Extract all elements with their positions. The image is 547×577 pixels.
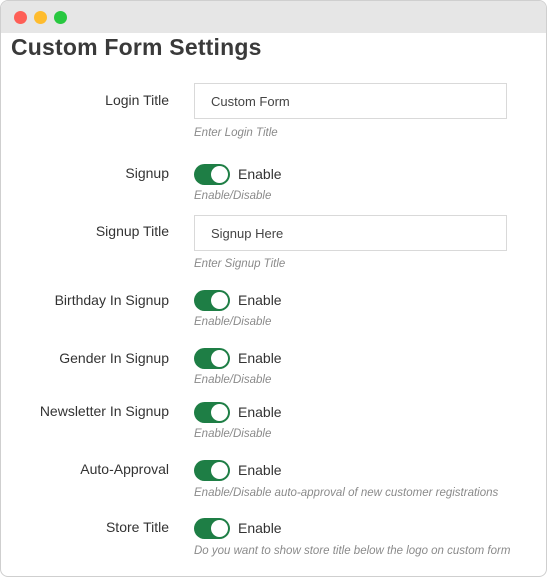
window-titlebar bbox=[1, 1, 546, 33]
gender-in-signup-label: Gender In Signup bbox=[59, 350, 169, 366]
birthday-in-signup-label: Birthday In Signup bbox=[54, 292, 169, 308]
toggle-knob bbox=[211, 349, 228, 367]
newsletter-in-signup-toggle[interactable] bbox=[194, 401, 230, 423]
login-title-input[interactable] bbox=[194, 83, 507, 119]
auto-approval-toggle-label: Enable bbox=[238, 462, 282, 478]
store-title-toggle[interactable] bbox=[194, 517, 230, 539]
maximize-window-button[interactable] bbox=[54, 11, 67, 24]
store-title-hint: Do you want to show store title below th… bbox=[194, 545, 511, 557]
page-title: Custom Form Settings bbox=[11, 34, 262, 60]
store-title-toggle-label: Enable bbox=[238, 520, 282, 536]
birthday-in-signup-toggle[interactable] bbox=[194, 289, 230, 311]
birthday-in-signup-hint: Enable/Disable bbox=[194, 316, 272, 328]
auto-approval-hint: Enable/Disable auto-approval of new cust… bbox=[194, 487, 499, 499]
auto-approval-label: Auto-Approval bbox=[80, 461, 169, 477]
toggle-knob bbox=[211, 403, 228, 421]
auto-approval-toggle-row: Enable bbox=[194, 459, 282, 481]
signup-title-label: Signup Title bbox=[95, 223, 169, 239]
toggle-knob bbox=[211, 291, 228, 309]
store-title-label: Store Title bbox=[105, 519, 169, 535]
newsletter-in-signup-hint: Enable/Disable bbox=[194, 428, 272, 440]
birthday-in-signup-toggle-label: Enable bbox=[238, 292, 282, 308]
gender-in-signup-toggle[interactable] bbox=[194, 347, 230, 369]
close-window-button[interactable] bbox=[14, 11, 27, 24]
store-title-toggle-row: Enable bbox=[194, 517, 282, 539]
newsletter-in-signup-label: Newsletter In Signup bbox=[39, 403, 169, 419]
gender-in-signup-toggle-label: Enable bbox=[238, 350, 282, 366]
signup-hint: Enable/Disable bbox=[194, 190, 272, 202]
login-title-label: Login Title bbox=[105, 92, 169, 108]
toggle-knob bbox=[211, 519, 228, 537]
newsletter-in-signup-toggle-row: Enable bbox=[194, 401, 282, 423]
signup-label: Signup bbox=[125, 165, 169, 181]
newsletter-in-signup-toggle-label: Enable bbox=[238, 404, 282, 420]
signup-title-input[interactable] bbox=[194, 215, 507, 251]
minimize-window-button[interactable] bbox=[34, 11, 47, 24]
auto-approval-toggle[interactable] bbox=[194, 459, 230, 481]
birthday-in-signup-toggle-row: Enable bbox=[194, 289, 282, 311]
toggle-knob bbox=[211, 461, 228, 479]
gender-in-signup-hint: Enable/Disable bbox=[194, 374, 272, 386]
toggle-knob bbox=[211, 165, 228, 183]
settings-window: Custom Form Settings Login Title Enter L… bbox=[0, 0, 547, 577]
login-title-hint: Enter Login Title bbox=[194, 127, 278, 139]
signup-title-hint: Enter Signup Title bbox=[194, 258, 286, 270]
signup-toggle-label: Enable bbox=[238, 166, 282, 182]
gender-in-signup-toggle-row: Enable bbox=[194, 347, 282, 369]
signup-toggle-row: Enable bbox=[194, 163, 282, 185]
signup-toggle[interactable] bbox=[194, 163, 230, 185]
